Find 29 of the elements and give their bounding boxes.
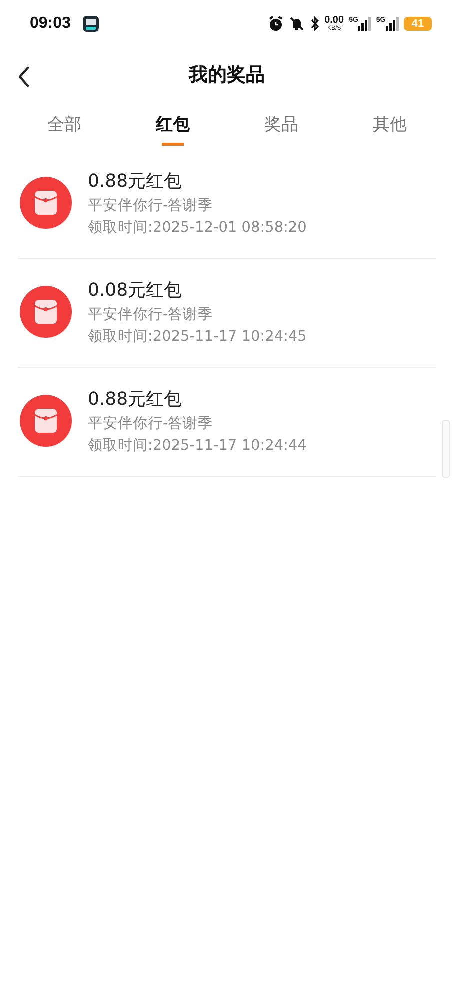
back-icon bbox=[18, 66, 30, 88]
page-title: 我的奖品 bbox=[189, 63, 265, 88]
signal-icon bbox=[358, 17, 372, 31]
back-button[interactable] bbox=[16, 64, 32, 90]
claim-time: 领取时间:2025-11-17 10:24:44 bbox=[88, 437, 307, 455]
network-speed: 0.00 bbox=[324, 16, 344, 26]
prize-source: 平安伴你行-答谢季 bbox=[88, 306, 214, 324]
app-icon bbox=[82, 16, 99, 32]
bluetooth-icon bbox=[310, 16, 320, 32]
clock-time: 09:03 bbox=[30, 15, 71, 33]
scrollbar bbox=[442, 420, 450, 478]
envelope-icon bbox=[20, 395, 72, 447]
tab[interactable]: 红包 bbox=[146, 106, 200, 146]
prize-source: 平安伴你行-答谢季 bbox=[88, 196, 214, 215]
tab[interactable]: 其他 bbox=[362, 106, 417, 146]
envelope-icon bbox=[20, 177, 72, 229]
prize-title: 0.88元红包 bbox=[88, 170, 184, 193]
envelope-icon bbox=[20, 286, 72, 338]
prize-source: 平安伴你行-答谢季 bbox=[88, 414, 214, 433]
tab[interactable]: 全部 bbox=[37, 106, 92, 146]
signal-icon bbox=[386, 17, 399, 31]
muted-bell-icon bbox=[288, 16, 305, 32]
prize-title: 0.88元红包 bbox=[88, 388, 184, 411]
alarm-icon bbox=[268, 16, 284, 32]
battery-level: 41 bbox=[404, 17, 432, 31]
tab[interactable]: 奖品 bbox=[254, 106, 308, 146]
claim-time: 领取时间:2025-12-01 08:58:20 bbox=[88, 219, 307, 237]
claim-time: 领取时间:2025-11-17 10:24:45 bbox=[88, 328, 307, 346]
prize-title: 0.08元红包 bbox=[88, 279, 184, 302]
